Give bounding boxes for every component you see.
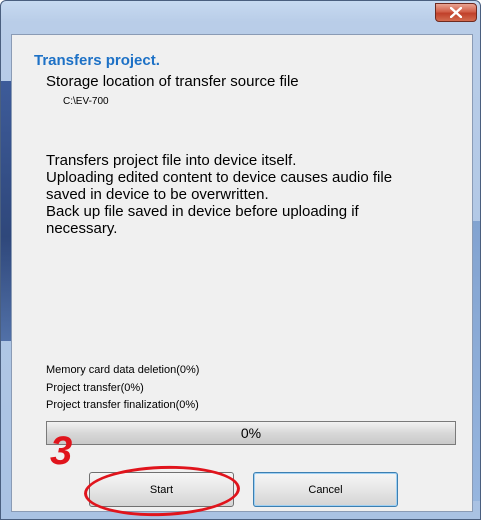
close-button[interactable]: [435, 3, 477, 22]
annotation-step-number: 3: [50, 429, 73, 473]
description-line: Uploading edited content to device cause…: [46, 169, 393, 186]
description-text: Transfers project file into device itsel…: [46, 152, 456, 237]
dialog-window: Transfers project. Storage location of t…: [0, 0, 481, 520]
status-memory-card: Memory card data deletion(0%): [46, 364, 200, 376]
status-project-transfer: Project transfer(0%): [46, 382, 144, 394]
description-line: Back up file saved in device before uplo…: [46, 203, 359, 220]
dialog-title: Transfers project.: [34, 52, 160, 69]
progress-bar: 0%: [46, 421, 456, 445]
progress-label: 0%: [240, 425, 262, 441]
description-line: Transfers project file into device itsel…: [46, 152, 297, 169]
status-finalization: Project transfer finalization(0%): [46, 399, 199, 411]
storage-location-label: Storage location of transfer source file: [46, 73, 299, 90]
start-button[interactable]: Start: [89, 472, 234, 507]
cancel-button[interactable]: Cancel: [253, 472, 398, 507]
description-line: saved in device to be overwritten.: [46, 186, 269, 203]
description-line: necessary.: [46, 220, 118, 237]
dialog-content: Transfers project. Storage location of t…: [11, 34, 473, 519]
storage-path: C:\EV-700: [63, 96, 109, 107]
close-icon: [450, 7, 462, 18]
